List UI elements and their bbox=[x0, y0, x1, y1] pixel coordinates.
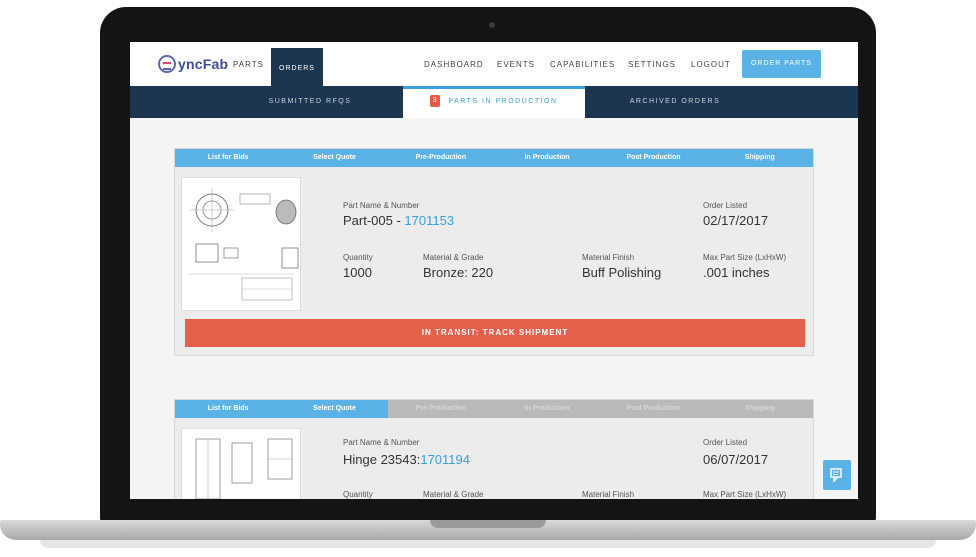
part-number-link[interactable]: 1701153 bbox=[404, 213, 454, 228]
finish-value: Buff Polishing bbox=[582, 265, 662, 280]
laptop-shadow bbox=[40, 540, 936, 548]
max-size-label: Max Part Size (LxHxW) bbox=[703, 253, 787, 262]
nav-orders-label: ORDERS bbox=[279, 65, 315, 72]
technical-drawing-icon bbox=[195, 438, 293, 499]
order-listed-value: 06/07/2017 bbox=[703, 452, 769, 467]
order-listed-label: Order Listed bbox=[703, 201, 748, 210]
part-name-label: Part Name & Number bbox=[343, 201, 420, 210]
step-list-for-bids: List for Bids bbox=[175, 400, 282, 418]
finish-label: Material Finish bbox=[582, 253, 635, 262]
app-screen: yncFab PARTS ORDERS DASHBOARD EVENTS CAP… bbox=[130, 42, 858, 499]
order-card: List for Bids Select Quote Pre-Productio… bbox=[174, 148, 814, 356]
nav-events[interactable]: EVENTS bbox=[497, 60, 535, 69]
nav-parts[interactable]: PARTS bbox=[233, 60, 264, 69]
order-parts-button[interactable]: ORDER PARTS bbox=[742, 50, 821, 78]
progress-steps: List for Bids Select Quote Pre-Productio… bbox=[175, 400, 813, 418]
tab-submitted-rfqs[interactable]: SUBMITTED RFQS bbox=[230, 86, 390, 118]
max-size-value: .001 inches bbox=[703, 265, 770, 280]
order-listed-label: Order Listed bbox=[703, 438, 748, 447]
step-list-for-bids: List for Bids bbox=[175, 149, 282, 167]
chat-button[interactable] bbox=[823, 460, 851, 490]
part-drawing-thumbnail[interactable] bbox=[181, 177, 301, 311]
part-name-text: Part-005 - bbox=[343, 213, 405, 228]
step-post-production: Post Production bbox=[600, 149, 707, 167]
material-label: Material & Grade bbox=[423, 253, 484, 262]
step-select-quote: Select Quote bbox=[281, 400, 388, 418]
nav-dashboard[interactable]: DASHBOARD bbox=[424, 60, 484, 69]
technical-drawing-icon bbox=[188, 188, 299, 301]
logo-mark-icon bbox=[158, 55, 176, 73]
progress-steps: List for Bids Select Quote Pre-Productio… bbox=[175, 149, 813, 167]
part-name-label: Part Name & Number bbox=[343, 438, 420, 447]
step-pre-production: Pre-Production bbox=[387, 149, 494, 167]
tab-archived-orders[interactable]: ARCHIVED ORDERS bbox=[595, 86, 755, 118]
material-label: Material & Grade bbox=[423, 490, 484, 499]
count-badge: 3 bbox=[430, 95, 441, 108]
nav-logout[interactable]: LOGOUT bbox=[691, 60, 731, 69]
tab-parts-in-production[interactable]: 3 PARTS IN PRODUCTION bbox=[403, 86, 585, 118]
syncfab-logo[interactable]: yncFab bbox=[158, 54, 228, 74]
step-select-quote: Select Quote bbox=[281, 149, 388, 167]
part-number-link[interactable]: 1701194 bbox=[420, 452, 470, 467]
top-navbar: yncFab PARTS ORDERS DASHBOARD EVENTS CAP… bbox=[130, 42, 858, 86]
part-name-value: Part-005 - 1701153 bbox=[343, 213, 454, 228]
nav-orders[interactable]: ORDERS bbox=[271, 48, 323, 86]
laptop-hinge-notch bbox=[430, 520, 546, 528]
step-in-production: In Production bbox=[493, 149, 601, 167]
material-value: Bronze: 220 bbox=[423, 265, 494, 280]
quantity-label: Quantity bbox=[343, 490, 373, 499]
tab-parts-in-production-label: PARTS IN PRODUCTION bbox=[448, 98, 558, 105]
quantity-label: Quantity bbox=[343, 253, 373, 262]
step-pre-production: Pre-Production bbox=[387, 400, 494, 418]
orders-subnav: SUBMITTED RFQS 3 PARTS IN PRODUCTION ARCH… bbox=[130, 86, 858, 118]
step-in-production: In Production bbox=[493, 400, 601, 418]
part-name-value: Hinge 23543:1701194 bbox=[343, 452, 470, 467]
logo-text: yncFab bbox=[178, 56, 229, 72]
finish-label: Material Finish bbox=[582, 490, 635, 499]
order-card: List for Bids Select Quote Pre-Productio… bbox=[174, 399, 814, 499]
step-shipping: Shipping bbox=[706, 149, 813, 167]
chat-icon bbox=[830, 468, 842, 483]
step-post-production: Post Production bbox=[600, 400, 707, 418]
nav-capabilities[interactable]: CAPABILITIES bbox=[550, 60, 615, 69]
order-listed-value: 02/17/2017 bbox=[703, 213, 769, 228]
track-shipment-button[interactable]: IN TRANSIT: TRACK SHIPMENT bbox=[185, 319, 805, 347]
part-drawing-thumbnail[interactable] bbox=[181, 428, 301, 499]
part-name-text: Hinge 23543: bbox=[343, 452, 421, 467]
step-shipping: Shipping bbox=[706, 400, 813, 418]
nav-settings[interactable]: SETTINGS bbox=[628, 60, 676, 69]
max-size-label: Max Part Size (LxHxW) bbox=[703, 490, 787, 499]
quantity-value: 1000 bbox=[343, 265, 372, 280]
camera-dot bbox=[489, 22, 495, 28]
